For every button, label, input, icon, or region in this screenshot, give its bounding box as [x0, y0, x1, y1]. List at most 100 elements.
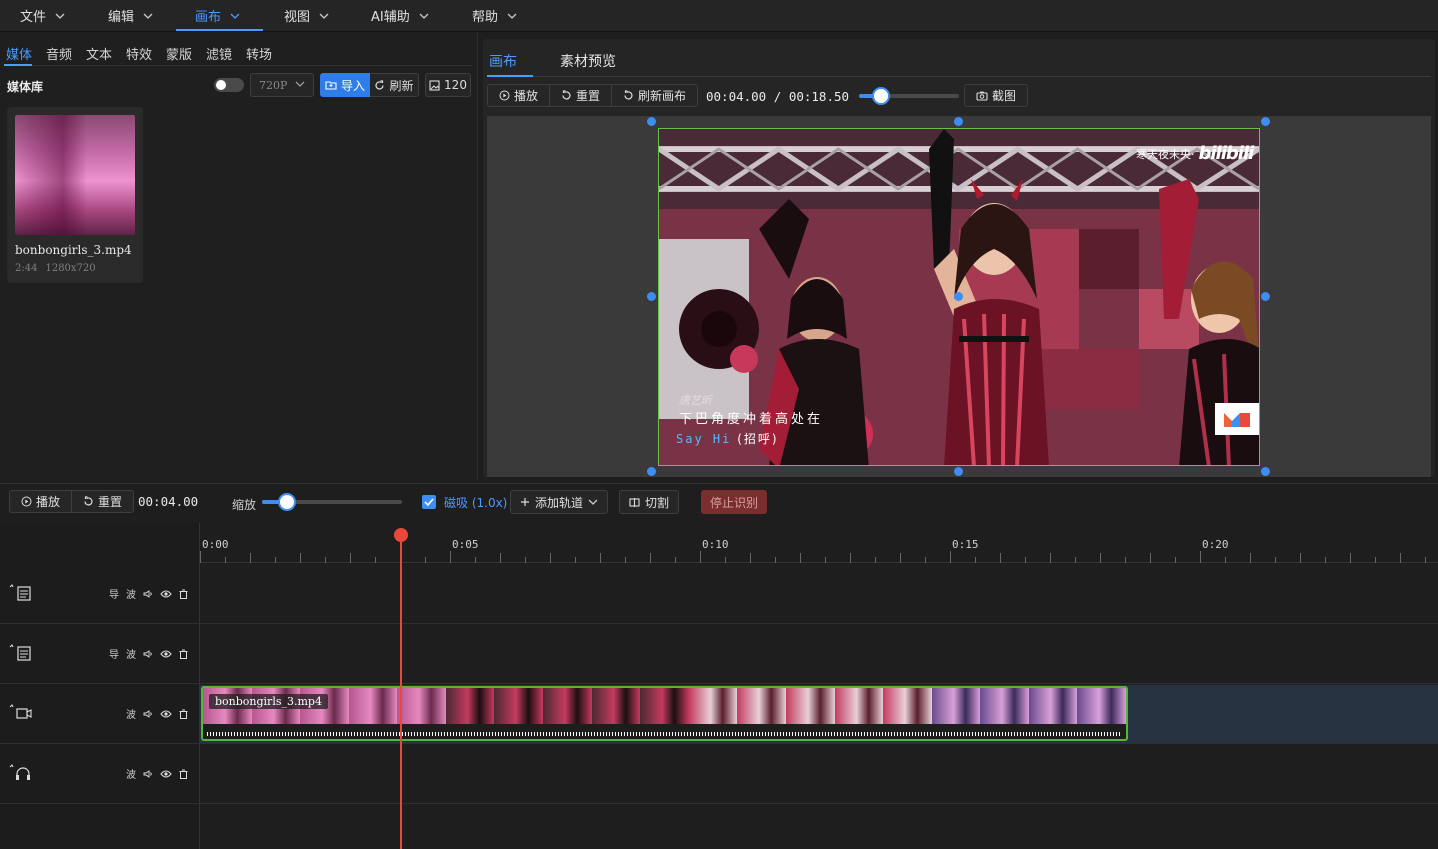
media-item-duration: 2:44	[15, 263, 38, 274]
resize-handle-right[interactable]	[1261, 292, 1270, 301]
video-track-icon[interactable]	[8, 704, 32, 722]
current-time: 00:04.00	[706, 89, 767, 104]
waveform-toggle[interactable]: 波	[126, 706, 136, 721]
headphones-icon[interactable]	[8, 764, 32, 782]
slider-knob[interactable]	[278, 493, 296, 511]
tab-text[interactable]: 文本	[86, 44, 112, 63]
refresh-icon	[375, 79, 385, 89]
snap-label[interactable]: 磁吸 (1.0x)	[444, 494, 507, 511]
tab-mask[interactable]: 蒙版	[166, 44, 192, 63]
screenshot-button[interactable]: 截图	[965, 85, 1027, 106]
media-item-name: bonbongirls_3.mp4	[15, 243, 132, 257]
waveform-toggle[interactable]: 波	[126, 646, 136, 661]
ruler-label: 0:20	[1202, 538, 1229, 551]
tab-effects[interactable]: 特效	[126, 44, 152, 63]
clip-thumbnail-frame	[834, 688, 884, 724]
playhead-line[interactable]	[400, 534, 402, 849]
tab-divider	[4, 65, 472, 66]
thumbnail-size-button[interactable]: 120	[425, 73, 471, 97]
library-toggle[interactable]	[214, 78, 244, 92]
zoom-label: 缩放	[232, 498, 257, 512]
trash-icon[interactable]	[179, 649, 188, 659]
media-item[interactable]: bonbongirls_3.mp4 2:44 1280x720	[7, 107, 143, 283]
clip-thumbnail-frame	[688, 688, 738, 724]
tab-audio[interactable]: 音频	[46, 44, 72, 63]
guide-toggle[interactable]: 导	[109, 586, 119, 601]
tab-transitions[interactable]: 转场	[246, 44, 272, 63]
volume-icon[interactable]	[143, 769, 153, 779]
timeline-play-button[interactable]: 播放	[10, 491, 73, 512]
clip-thumbnail-frame	[543, 688, 592, 724]
ruler-label: 0:15	[952, 538, 979, 551]
canvas-play-button[interactable]: 播放	[488, 85, 551, 106]
import-button[interactable]: 导入	[320, 73, 370, 97]
clip-thumbnail-frame	[1077, 688, 1126, 724]
resize-handle-bottom[interactable]	[954, 467, 963, 476]
refresh-canvas-button[interactable]: 刷新画布	[612, 85, 697, 106]
tab-filters[interactable]: 滤镜	[206, 44, 232, 63]
track-audio: 波	[0, 744, 1438, 804]
volume-icon[interactable]	[143, 649, 153, 659]
waveform-toggle[interactable]: 波	[126, 586, 136, 601]
menu-edit[interactable]: 编辑	[108, 0, 153, 31]
eye-icon[interactable]	[160, 769, 172, 779]
timeline-ruler[interactable]: 0:00 0:05 0:10 0:15 0:20	[200, 523, 1438, 563]
canvas-progress-slider[interactable]	[859, 87, 959, 105]
eye-icon[interactable]	[160, 649, 172, 659]
clip-audio-waveform	[207, 732, 1122, 736]
resize-handle-bottom-left[interactable]	[647, 467, 656, 476]
slider-knob[interactable]	[872, 87, 890, 105]
menu-canvas[interactable]: 画布	[195, 0, 240, 31]
trash-icon[interactable]	[179, 709, 188, 719]
reset-icon	[562, 90, 571, 100]
clip-thumbnail-frame	[785, 688, 835, 724]
video-clip[interactable]: bonbongirls_3.mp4	[201, 686, 1128, 741]
resize-handle-top-left[interactable]	[647, 117, 656, 126]
guide-toggle[interactable]: 导	[109, 646, 119, 661]
split-icon	[629, 497, 640, 507]
resolution-select[interactable]: 720P	[250, 73, 314, 97]
ruler-label: 0:05	[452, 538, 479, 551]
menu-help[interactable]: 帮助	[472, 0, 517, 31]
resize-handle-top-right[interactable]	[1261, 117, 1270, 126]
menu-view[interactable]: 视图	[284, 0, 329, 31]
add-track-button[interactable]: 添加轨道	[510, 490, 609, 514]
tab-media[interactable]: 媒体	[6, 44, 32, 63]
snap-checkbox[interactable]	[422, 495, 436, 509]
subtitle-second-line: Say Hi (招呼)	[676, 432, 779, 446]
trash-icon[interactable]	[179, 769, 188, 779]
zoom-slider[interactable]	[262, 493, 402, 511]
timeline-reset-button[interactable]: 重置	[72, 491, 133, 512]
text-track-icon[interactable]	[8, 584, 32, 602]
refresh-button[interactable]: 刷新	[370, 73, 419, 97]
menu-ai-assist[interactable]: AI辅助	[371, 0, 429, 31]
stop-recognition-button[interactable]: 停止识别	[701, 490, 767, 514]
ruler-ticks	[200, 551, 1426, 563]
resize-handle-left[interactable]	[647, 292, 656, 301]
clip-thumbnail-frame	[397, 688, 446, 724]
canvas-reset-button[interactable]: 重置	[550, 85, 613, 106]
chevron-down-icon	[55, 13, 65, 19]
video-watermark: 寒天夜未央· bilibili	[1136, 143, 1254, 164]
volume-icon[interactable]	[143, 709, 153, 719]
playhead-handle[interactable]	[394, 528, 408, 542]
tab-canvas[interactable]: 画布	[489, 51, 517, 71]
menu-file[interactable]: 文件	[20, 0, 65, 31]
cut-button[interactable]: 切割	[619, 490, 680, 514]
track-text-2: 导 波	[0, 624, 1438, 684]
canvas-timecode: 00:04.00 / 00:18.50	[706, 89, 849, 104]
text-track-icon[interactable]	[8, 644, 32, 662]
clip-thumbnail-frame	[737, 688, 786, 724]
tab-material-preview[interactable]: 素材预览	[560, 51, 616, 71]
resize-handle-top[interactable]	[954, 117, 963, 126]
media-item-meta: 2:44 1280x720	[15, 263, 96, 274]
waveform-toggle[interactable]: 波	[126, 766, 136, 781]
eye-icon[interactable]	[160, 709, 172, 719]
eye-icon[interactable]	[160, 589, 172, 599]
trash-icon[interactable]	[179, 589, 188, 599]
resize-handle-bottom-right[interactable]	[1261, 467, 1270, 476]
screenshot-control: 截图	[964, 84, 1029, 107]
rotate-handle-center[interactable]	[954, 292, 963, 301]
volume-icon[interactable]	[143, 589, 153, 599]
chevron-down-icon	[295, 81, 305, 87]
